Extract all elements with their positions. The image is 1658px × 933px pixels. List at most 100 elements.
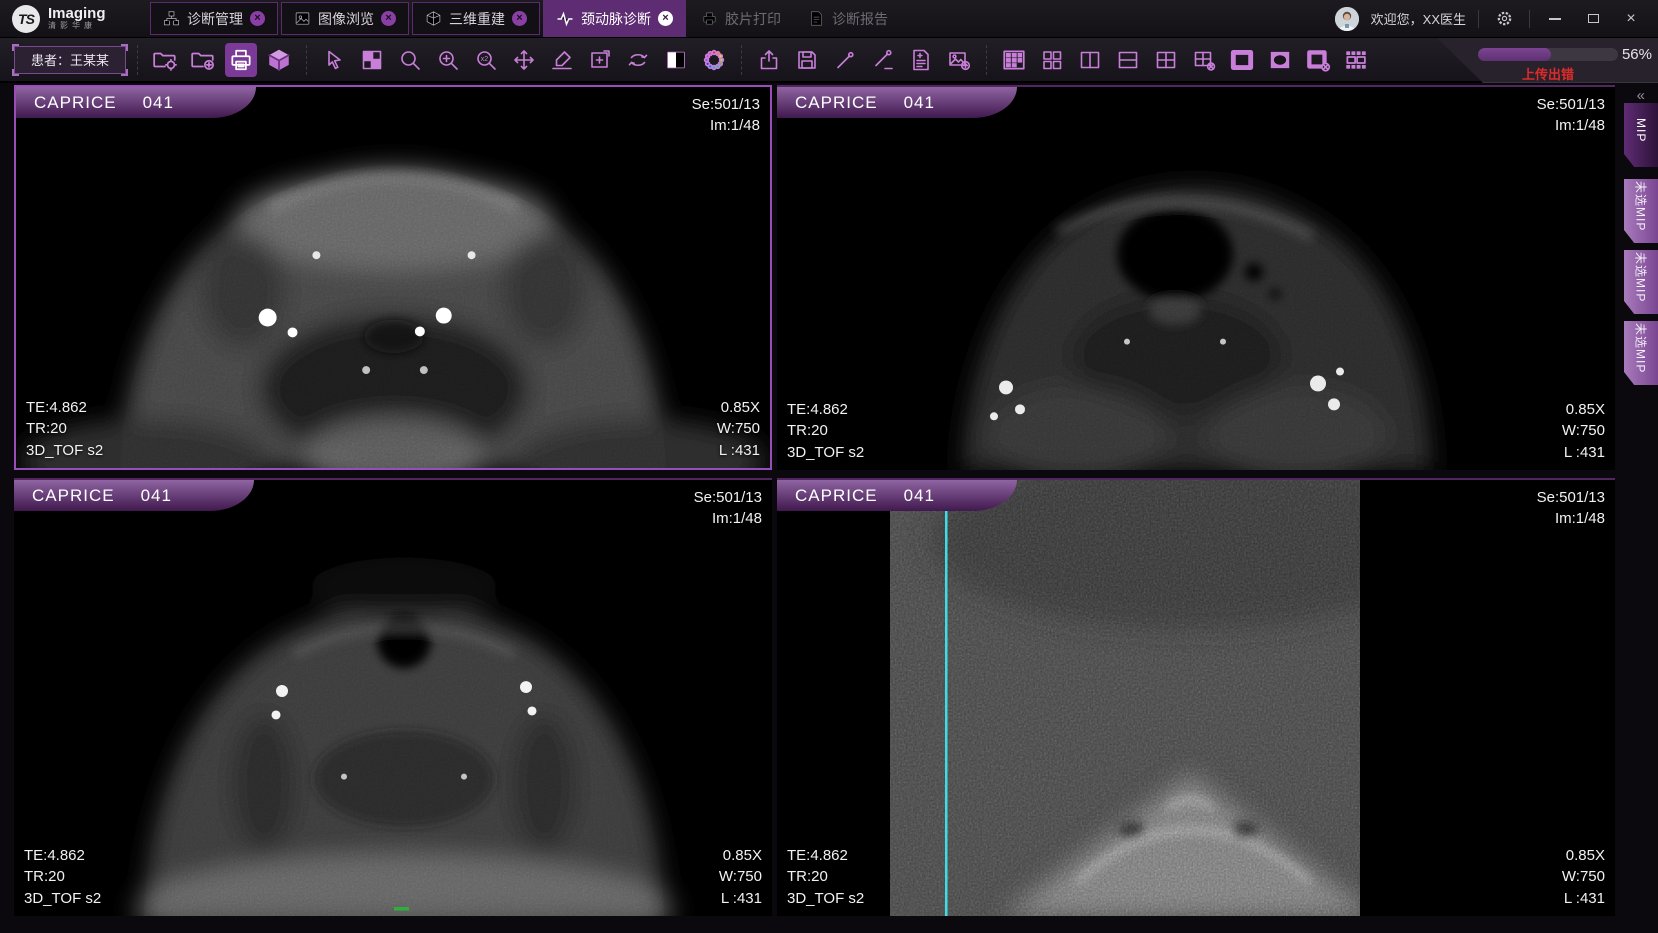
close-icon[interactable]: × <box>658 11 673 26</box>
sidebar-tab-unselected-mip-3[interactable]: 未选MIP <box>1624 321 1658 385</box>
ellipse-layout-button[interactable] <box>1264 43 1296 77</box>
upload-button[interactable] <box>753 43 785 77</box>
magnify-button[interactable] <box>394 43 426 77</box>
app-subtitle: 清影华康 <box>48 22 106 31</box>
toolbar-divider <box>137 45 138 75</box>
mri-axial-image-1[interactable] <box>16 87 770 468</box>
viewport-bottom-left[interactable]: CAPRICE 041 Se:501/13 Im:1/48 TE:4.862 T… <box>14 478 772 916</box>
settings-button[interactable] <box>1491 6 1517 32</box>
sidebar-collapse-button[interactable]: « <box>1637 87 1645 104</box>
corner-bracket <box>12 44 19 51</box>
tr-value: TR:20 <box>26 418 103 439</box>
acquisition-overlay: TE:4.862 TR:20 3D_TOF s2 <box>787 845 864 909</box>
open-case-settings-button[interactable] <box>149 43 181 77</box>
viewport-top-left[interactable]: CAPRICE 041 Se:501/13 Im:1/48 TE:4.862 T… <box>14 85 772 470</box>
main-nav-tabs: 诊断管理 × 图像浏览 × 三维重建 × 颈动脉诊断 × 胶片打印 诊断报告 <box>150 0 900 37</box>
sidebar-tab-unselected-mip-2[interactable]: 未选MIP <box>1624 250 1658 314</box>
mip-sidebar: « MIP 未选MIP 未选MIP 未选MIP <box>1615 83 1658 933</box>
invert-bw-button[interactable] <box>660 43 692 77</box>
save-button[interactable] <box>791 43 823 77</box>
rect-close-button[interactable] <box>1302 43 1334 77</box>
tab-carotid-diagnosis[interactable]: 颈动脉诊断 × <box>543 0 686 37</box>
split-vertical-button[interactable] <box>1074 43 1106 77</box>
sidebar-tab-unselected-mip-1[interactable]: 未选MIP <box>1624 179 1658 243</box>
rotate-button[interactable] <box>622 43 654 77</box>
toolbar-divider <box>306 45 307 75</box>
viewport-header-tab[interactable]: CAPRICE 041 <box>777 480 1017 511</box>
upload-error-text[interactable]: 上传出错 <box>1478 64 1618 83</box>
close-button[interactable]: × <box>1618 6 1644 32</box>
doctor-avatar[interactable] <box>1335 7 1359 31</box>
tab-label: 图像浏览 <box>318 9 374 29</box>
mri-axial-image-3[interactable] <box>14 480 772 916</box>
zoom-2x-button[interactable]: x2 <box>470 43 502 77</box>
pan-button[interactable] <box>508 43 540 77</box>
tab-label: 胶片打印 <box>725 9 781 29</box>
sequence-name: 3D_TOF s2 <box>787 442 864 463</box>
tab-film-print: 胶片打印 <box>689 2 793 35</box>
tab-image-browse[interactable]: 图像浏览 × <box>281 2 409 35</box>
upload-percent: 56% <box>1622 46 1652 63</box>
viewport-bottom-right[interactable]: CAPRICE 041 Se:501/13 Im:1/48 TE:4.862 T… <box>777 478 1615 916</box>
sidebar-tab-mip[interactable]: MIP <box>1624 103 1658 167</box>
probe-pen-line-icon <box>871 48 895 72</box>
close-icon: × <box>1626 11 1635 27</box>
sidebar-tab-label: 未选MIP <box>1633 252 1650 302</box>
measure-button[interactable] <box>546 43 578 77</box>
viewport-top-right[interactable]: CAPRICE 041 Se:501/13 Im:1/48 TE:4.862 T… <box>777 85 1615 470</box>
patient-name-field[interactable]: 患者：王某某 <box>14 46 126 74</box>
layout-blocks-button[interactable] <box>1036 43 1068 77</box>
annotate-add-button[interactable] <box>584 43 616 77</box>
rect-layout-button[interactable] <box>1226 43 1258 77</box>
image-export-button[interactable] <box>943 43 975 77</box>
tab-label: 诊断报告 <box>832 9 888 29</box>
zoom-in-button[interactable] <box>432 43 464 77</box>
tab-diagnosis-management[interactable]: 诊断管理 × <box>150 2 278 35</box>
filmstrip-button[interactable] <box>1340 43 1372 77</box>
maximize-button[interactable] <box>1580 6 1606 32</box>
tab-3d-reconstruction[interactable]: 三维重建 × <box>412 2 540 35</box>
image-number: Im:1/48 <box>1537 115 1605 136</box>
viewport-header-tab[interactable]: CAPRICE 041 <box>16 87 256 118</box>
print-button[interactable] <box>225 43 257 77</box>
series-number: Se:501/13 <box>692 94 760 115</box>
upload-progress-fill <box>1478 48 1551 61</box>
zoom-factor: 0.85X <box>1562 399 1605 420</box>
corner-bracket <box>12 69 19 76</box>
mip-reference-line[interactable] <box>945 480 948 916</box>
close-icon[interactable]: × <box>512 11 527 26</box>
volume-3d-button[interactable] <box>263 43 295 77</box>
viewport-header-tab[interactable]: CAPRICE 041 <box>777 87 1017 118</box>
upload-status-panel: 56% 上传出错 <box>1433 38 1658 83</box>
cursor-button[interactable] <box>318 43 350 77</box>
viewport-header-tab[interactable]: CAPRICE 041 <box>14 480 254 511</box>
filmstrip-icon <box>1343 47 1369 73</box>
tab-label: 颈动脉诊断 <box>581 9 651 29</box>
image-upload-icon <box>947 48 971 72</box>
probe-button[interactable] <box>829 43 861 77</box>
sidebar-tab-label: MIP <box>1634 118 1648 142</box>
device-number: 041 <box>904 93 935 113</box>
layout-grid-3x3-button[interactable] <box>998 43 1030 77</box>
close-icon[interactable]: × <box>250 11 265 26</box>
ts-logo-icon: TS <box>12 5 40 33</box>
grid-close-button[interactable] <box>1188 43 1220 77</box>
layout-checker-button[interactable] <box>356 43 388 77</box>
minimize-button[interactable] <box>1542 6 1568 32</box>
mri-axial-image-2[interactable] <box>777 87 1615 470</box>
upload-icon <box>757 48 781 72</box>
close-icon[interactable]: × <box>381 11 396 26</box>
color-palette-button[interactable] <box>698 43 730 77</box>
probe-baseline-button[interactable] <box>867 43 899 77</box>
app-logo: TS Imaging 清影华康 <box>0 0 150 37</box>
display-overlay: 0.85X W:750 L :431 <box>1562 845 1605 909</box>
layout-grid-2x2-button[interactable] <box>1150 43 1182 77</box>
open-case-add-button[interactable] <box>187 43 219 77</box>
display-overlay: 0.85X W:750 L :431 <box>719 845 762 909</box>
split-horizontal-button[interactable] <box>1112 43 1144 77</box>
report-add-button[interactable] <box>905 43 937 77</box>
device-name: CAPRICE <box>34 93 117 113</box>
minimize-icon <box>1549 18 1561 20</box>
image-browse-icon <box>294 10 311 27</box>
mri-mip-image-4[interactable] <box>777 480 1615 916</box>
